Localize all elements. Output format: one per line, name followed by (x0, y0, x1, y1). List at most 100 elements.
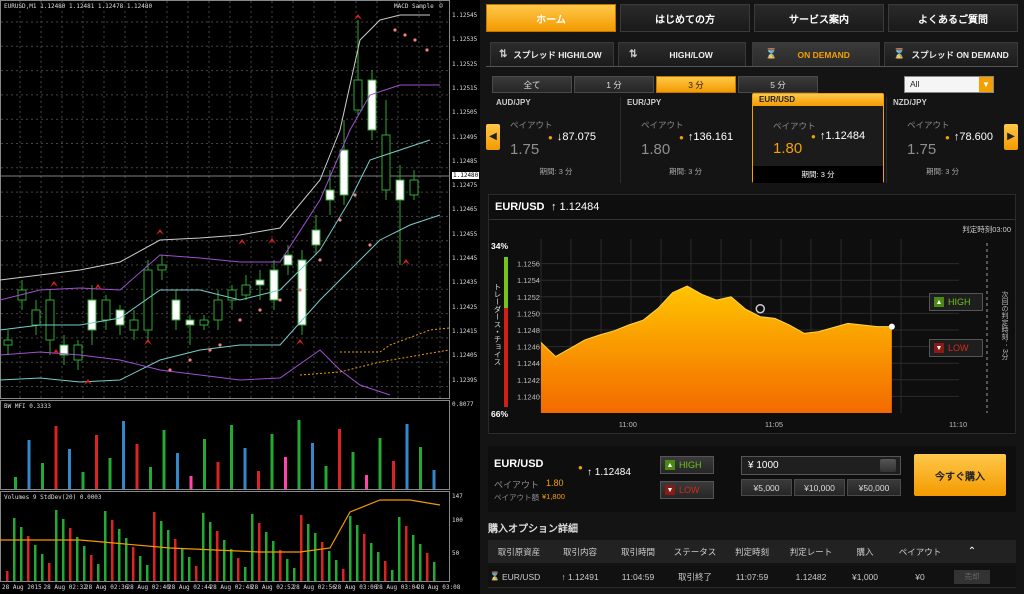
asset-card-eurjpy[interactable]: EUR/JPY ペイアウト 1.80 ● ↑136.161 期間: 3 分 (620, 97, 750, 183)
mfi-bar (243, 448, 247, 489)
mfi-bar (95, 435, 98, 489)
duration-all[interactable]: 全て (492, 76, 572, 93)
dot-icon: ● (679, 133, 684, 142)
order-high-button[interactable]: ▲ HIGH (660, 456, 714, 474)
asset-card-eurusd[interactable]: EUR/USD ペイアウト 1.80 ● ↑1.12484 期間: 3 分 (752, 93, 884, 183)
volume-bar (55, 510, 58, 581)
price-chart-canvas[interactable]: 1.1256 1.1254 1.1252 1.1250 1.1248 1.1246 1.12… (489, 195, 1015, 433)
y-tick-label: 1.1244 (517, 359, 540, 368)
chart-low-button[interactable]: ▼ LOW (929, 339, 983, 357)
sell-button[interactable]: 売却 (954, 569, 990, 584)
mfi-bar (230, 425, 233, 489)
mt4-chart-canvas[interactable] (0, 0, 480, 594)
sar-dot (425, 48, 429, 52)
quick-amount-10000[interactable]: ¥10,000 (794, 479, 845, 496)
price-tick-label: 1.12405 (452, 352, 478, 360)
duration-1min[interactable]: 1 分 (574, 76, 654, 93)
duration-3min[interactable]: 3 分 (656, 76, 736, 93)
candle-body (213, 299, 223, 321)
td-expiry: 11:07:59 (735, 571, 769, 582)
volume-bar (167, 530, 170, 581)
candle-body (101, 299, 111, 321)
chart-high-label: HIGH (948, 297, 971, 307)
volume-bar (237, 558, 240, 581)
stepper-button[interactable] (880, 459, 896, 472)
mt4-chart-window[interactable]: EURUSD,M1 1.12480 1.12481 1.12478 1.1248… (0, 0, 480, 594)
asset-filter-select[interactable]: All ▼ (904, 76, 994, 93)
sar-dot (393, 28, 397, 32)
asset-card-audjpy[interactable]: AUD/JPY ペイアウト 1.75 ● ↓87.075 期間: 3 分 (490, 97, 622, 183)
nav-home[interactable]: ホーム (486, 4, 616, 32)
volume-bar (384, 561, 387, 581)
order-low-button[interactable]: ▼ LOW (660, 481, 714, 499)
order-rate: ↑ 1.12484 (587, 467, 631, 478)
mfi-pane-frame (0, 400, 450, 490)
chart-high-button[interactable]: ▲ HIGH (929, 293, 983, 311)
hourglass-icon: ⌛ (489, 571, 501, 581)
card-pair: EUR/JPY (627, 98, 662, 107)
amount-input[interactable]: ¥ 1000 (741, 456, 901, 475)
volume-bar (174, 539, 177, 581)
mfi-bar (108, 458, 112, 489)
tab-highlow[interactable]: ⇅ HIGH/LOW (618, 42, 746, 66)
price-tick-label: 1.12545 (452, 12, 478, 19)
volume-bar (111, 520, 114, 581)
smiley-icon: ☺ (439, 2, 444, 10)
sar-dot (368, 243, 372, 247)
tab-on-demand[interactable]: ⌛ ON DEMAND (752, 42, 880, 66)
time-tick-label: 28 Aug 02:44 (168, 584, 212, 591)
candle-body (311, 229, 321, 246)
mfi-bar (365, 475, 368, 489)
mt4-volumes-scale-mid: 100 (452, 517, 463, 524)
quick-amount-50000[interactable]: ¥50,000 (847, 479, 901, 496)
duration-5min[interactable]: 5 分 (738, 76, 818, 93)
nav-services[interactable]: サービス案内 (754, 4, 884, 32)
volume-bar (139, 556, 142, 581)
table-row[interactable]: ⌛ EUR/USD ↑ 1.12491 11:04:59 取引終了 11:07:… (488, 566, 1016, 588)
volume-bar (48, 563, 51, 581)
volume-bar (146, 565, 149, 581)
card-period: 期間: 3 分 (926, 167, 959, 176)
candle-body (339, 149, 349, 196)
tab-spread-highlow[interactable]: ⇅ スプレッド HIGH/LOW (490, 42, 614, 66)
mfi-bar (54, 426, 58, 489)
card-rate: ● ↑78.600 (945, 131, 993, 143)
arrow-down-icon: ▼ (665, 485, 675, 495)
sar-dot (338, 218, 342, 222)
time-tick-label: 28 Aug 02:52 (251, 584, 295, 591)
mfi-bar (378, 438, 382, 489)
th-expiry: 判定時刻 (734, 546, 769, 557)
volume-bar (433, 562, 436, 581)
price-tick-label: 1.12505 (452, 109, 478, 117)
volume-bar (314, 533, 317, 581)
collapse-icon[interactable]: ⌃ (952, 546, 992, 557)
tab-divider (486, 66, 1018, 67)
candle-body (325, 189, 335, 201)
mfi-bar (216, 462, 220, 489)
candle-body (381, 134, 391, 191)
mt4-ea-label: MACD Sample (394, 3, 434, 10)
asset-card-nzdjpy[interactable]: NZD/JPY ペイアウト 1.75 ● ↑78.600 期間: 3 分 (886, 97, 998, 183)
price-area (541, 286, 892, 413)
candle-body (31, 309, 41, 326)
tab-spread-on-demand[interactable]: ⌛ スプレッド ON DEMAND (884, 42, 1018, 66)
fractal-arrow-icon (144, 339, 152, 345)
nav-faq[interactable]: よくあるご質問 (888, 4, 1018, 32)
td-expiry-rate: 1.12482 (795, 571, 827, 582)
card-rate: ● ↑1.12484 (811, 130, 865, 142)
candle-body (269, 269, 279, 301)
buy-now-button[interactable]: 今すぐ購入 (914, 454, 1006, 496)
price-tick-label: 1.12445 (452, 255, 478, 262)
volume-bar (321, 542, 324, 581)
mfi-bar (432, 470, 436, 489)
td-status: 取引終了 (677, 571, 712, 582)
carousel-next-button[interactable]: ▶ (1004, 124, 1018, 150)
volume-bar (76, 537, 79, 581)
volume-bar (20, 527, 23, 581)
sar-dot (413, 38, 417, 42)
card-payout: 1.75 (510, 141, 540, 158)
th-status: ステータス (673, 546, 717, 557)
nav-beginners[interactable]: はじめての方 (620, 4, 750, 32)
quick-amount-5000[interactable]: ¥5,000 (741, 479, 792, 496)
mt4-mfi-header: BW MFI 0.3333 (4, 403, 51, 410)
